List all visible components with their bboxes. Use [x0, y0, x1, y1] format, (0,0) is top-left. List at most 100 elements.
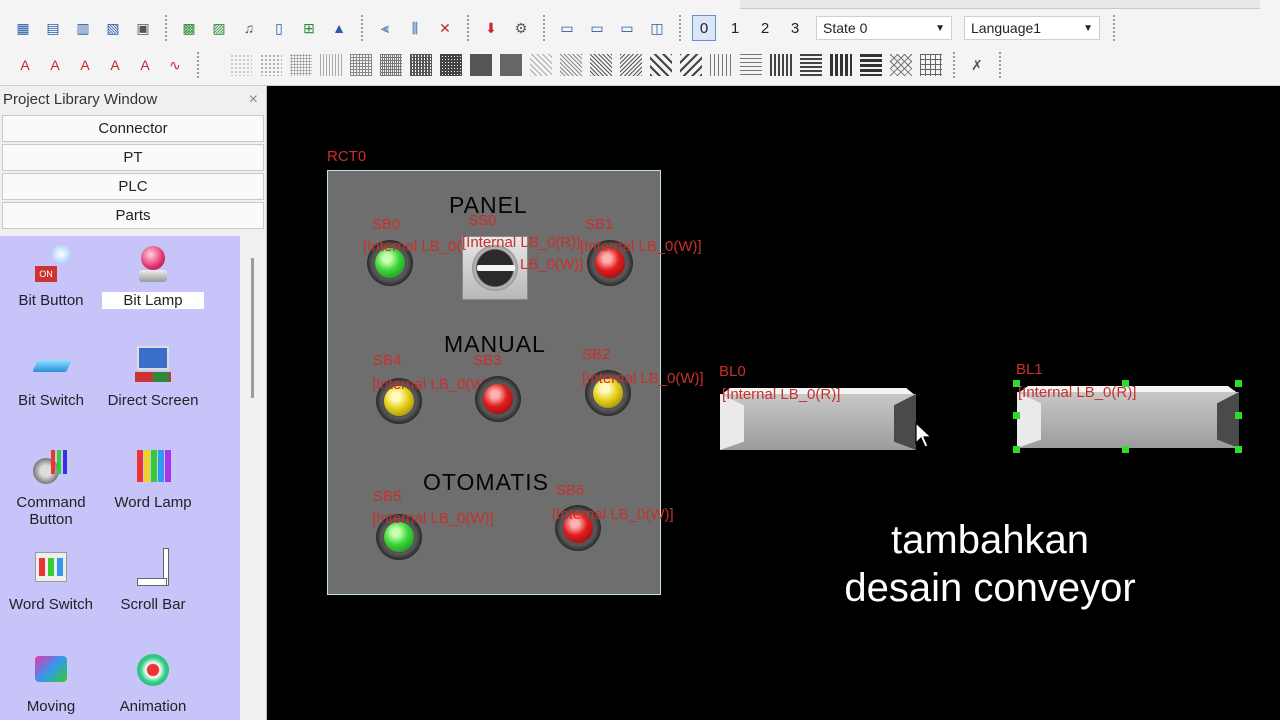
pattern-dots-dense-icon[interactable] [290, 54, 312, 76]
pattern-cross-icon[interactable] [890, 54, 912, 76]
tool-icon[interactable]: ✗ [965, 53, 989, 77]
lamp-tag-sel: SS0 [468, 212, 497, 229]
text-a-box-icon[interactable]: A [73, 53, 97, 77]
lock-icon[interactable]: ▣ [131, 16, 155, 40]
resize-handle-br[interactable] [1235, 446, 1242, 453]
pattern-grid-dark-icon[interactable] [410, 54, 432, 76]
state-button-0[interactable]: 0 [692, 15, 716, 41]
pattern-dots-light-icon[interactable] [230, 54, 252, 76]
pattern-diag-wide-icon[interactable] [650, 54, 672, 76]
resize-handle-tl[interactable] [1013, 380, 1020, 387]
document-icon[interactable]: ▯ [267, 16, 291, 40]
word-lamp-icon [131, 446, 175, 490]
settings-icon[interactable]: ⚙ [509, 16, 533, 40]
part-bit-switch[interactable]: Bit Switch [0, 344, 102, 409]
scroll-thumb[interactable] [251, 258, 254, 398]
pattern-hash-icon[interactable] [920, 54, 942, 76]
frame-icon[interactable]: ◫ [645, 16, 669, 40]
align-center-icon[interactable]: ⫼ [403, 16, 427, 40]
state-button-3[interactable]: 3 [784, 16, 806, 40]
part-command-button[interactable]: Command Button [0, 446, 102, 528]
lamp-addr-sb2: [Internal LB_0(W)] [582, 370, 704, 387]
pattern-vert-dense-icon[interactable] [770, 54, 792, 76]
language-dropdown[interactable]: Language1 ▼ [964, 16, 1100, 40]
part-animation[interactable]: Animation [102, 650, 204, 715]
window-split-icon[interactable]: ▭ [585, 16, 609, 40]
export-icon[interactable]: ⊞ [297, 16, 321, 40]
part-word-switch[interactable]: Word Switch [0, 548, 102, 613]
pattern-horiz-dense-icon[interactable] [800, 54, 822, 76]
resize-handle-b[interactable] [1122, 446, 1129, 453]
resize-handle-bl[interactable] [1013, 446, 1020, 453]
lamp-addr-sel: [Internal LB_0(R)] [462, 234, 581, 251]
pattern-diag-light-icon[interactable] [530, 54, 552, 76]
pattern-grid-darkest-icon[interactable] [470, 54, 492, 76]
pattern-grid-mid-icon[interactable] [380, 54, 402, 76]
text-a-frame-icon[interactable]: A [103, 53, 127, 77]
close-icon[interactable]: × [249, 91, 258, 109]
lamp-addr-sb5: [Internal LB_0(W)] [372, 510, 494, 527]
window-image-icon[interactable]: ▭ [615, 16, 639, 40]
pattern-diag-back-wide-icon[interactable] [680, 54, 702, 76]
resize-handle-l[interactable] [1013, 412, 1020, 419]
pattern-solid-icon[interactable] [500, 54, 522, 76]
part-bit-lamp[interactable]: Bit Lamp [102, 244, 204, 309]
resize-handle-r[interactable] [1235, 412, 1242, 419]
grid-lines-icon[interactable]: ▤ [41, 16, 65, 40]
text-a-icon[interactable]: A [13, 53, 37, 77]
conveyor-addr-bl0: [Internal LB_0(R)] [722, 386, 841, 403]
resize-handle-tr[interactable] [1235, 380, 1242, 387]
download-icon[interactable]: ⬇ [479, 16, 503, 40]
part-label: Bit Switch [18, 392, 84, 409]
part-word-lamp[interactable]: Word Lamp [102, 446, 204, 511]
part-scroll-bar[interactable]: Scroll Bar [102, 548, 204, 613]
state-dropdown[interactable]: State 0 ▼ [816, 16, 952, 40]
word-switch-icon [29, 548, 73, 592]
resize-handle-t[interactable] [1122, 380, 1129, 387]
chevron-down-icon: ▼ [935, 22, 945, 34]
grid-icon[interactable]: ▦ [11, 16, 35, 40]
pattern-dots-icon[interactable] [260, 54, 282, 76]
wave-icon[interactable]: ∿ [163, 53, 187, 77]
category-plc[interactable]: PLC [2, 173, 264, 200]
conveyor-tag-bl0: BL0 [719, 363, 746, 380]
part-direct-screen[interactable]: Direct Screen [102, 344, 204, 409]
pattern-horiz-bold-icon[interactable] [860, 54, 882, 76]
pattern-diag-back-icon[interactable] [620, 54, 642, 76]
sound-icon[interactable]: ♫ [237, 16, 261, 40]
command-button-icon [29, 446, 73, 490]
pattern-diag-icon[interactable] [560, 54, 582, 76]
pattern-grid-light-icon[interactable] [320, 54, 342, 76]
pattern-vert-bold-icon[interactable] [830, 54, 852, 76]
grid-dots-icon[interactable]: ▥ [71, 16, 95, 40]
category-connector[interactable]: Connector [2, 115, 264, 142]
lamp-sb3[interactable] [475, 376, 521, 422]
pattern-vert-icon[interactable] [710, 54, 732, 76]
pattern-horiz-icon[interactable] [740, 54, 762, 76]
part-bit-button[interactable]: ON Bit Button [0, 244, 102, 309]
window-icon[interactable]: ▭ [555, 16, 579, 40]
language-dropdown-value: Language1 [971, 20, 1042, 36]
text-a-underline-icon[interactable]: A [43, 53, 67, 77]
separator [950, 52, 958, 78]
shapes-icon[interactable]: ▲ [327, 16, 351, 40]
screen-icon[interactable]: ▩ [177, 16, 201, 40]
pattern-grid-icon[interactable] [350, 54, 372, 76]
part-moving[interactable]: Moving [0, 650, 102, 715]
part-label: Moving [26, 698, 76, 715]
mouse-cursor-icon [915, 422, 933, 448]
separator [996, 52, 1004, 78]
parts-scrollbar[interactable] [240, 236, 264, 720]
delete-icon[interactable]: ✕ [433, 16, 457, 40]
state-button-2[interactable]: 2 [754, 16, 776, 40]
align-left-icon[interactable]: ⫷ [373, 16, 397, 40]
state-button-1[interactable]: 1 [724, 16, 746, 40]
list-icon[interactable]: ▧ [101, 16, 125, 40]
pattern-diag-dense-icon[interactable] [590, 54, 612, 76]
category-pt[interactable]: PT [2, 144, 264, 171]
pattern-grid-darker-icon[interactable] [440, 54, 462, 76]
picture-icon[interactable]: ▨ [207, 16, 231, 40]
category-parts[interactable]: Parts [2, 202, 264, 229]
text-a-bottom-icon[interactable]: A [133, 53, 157, 77]
lamp-addr-sel-2: LB_0(W)] [520, 256, 584, 273]
